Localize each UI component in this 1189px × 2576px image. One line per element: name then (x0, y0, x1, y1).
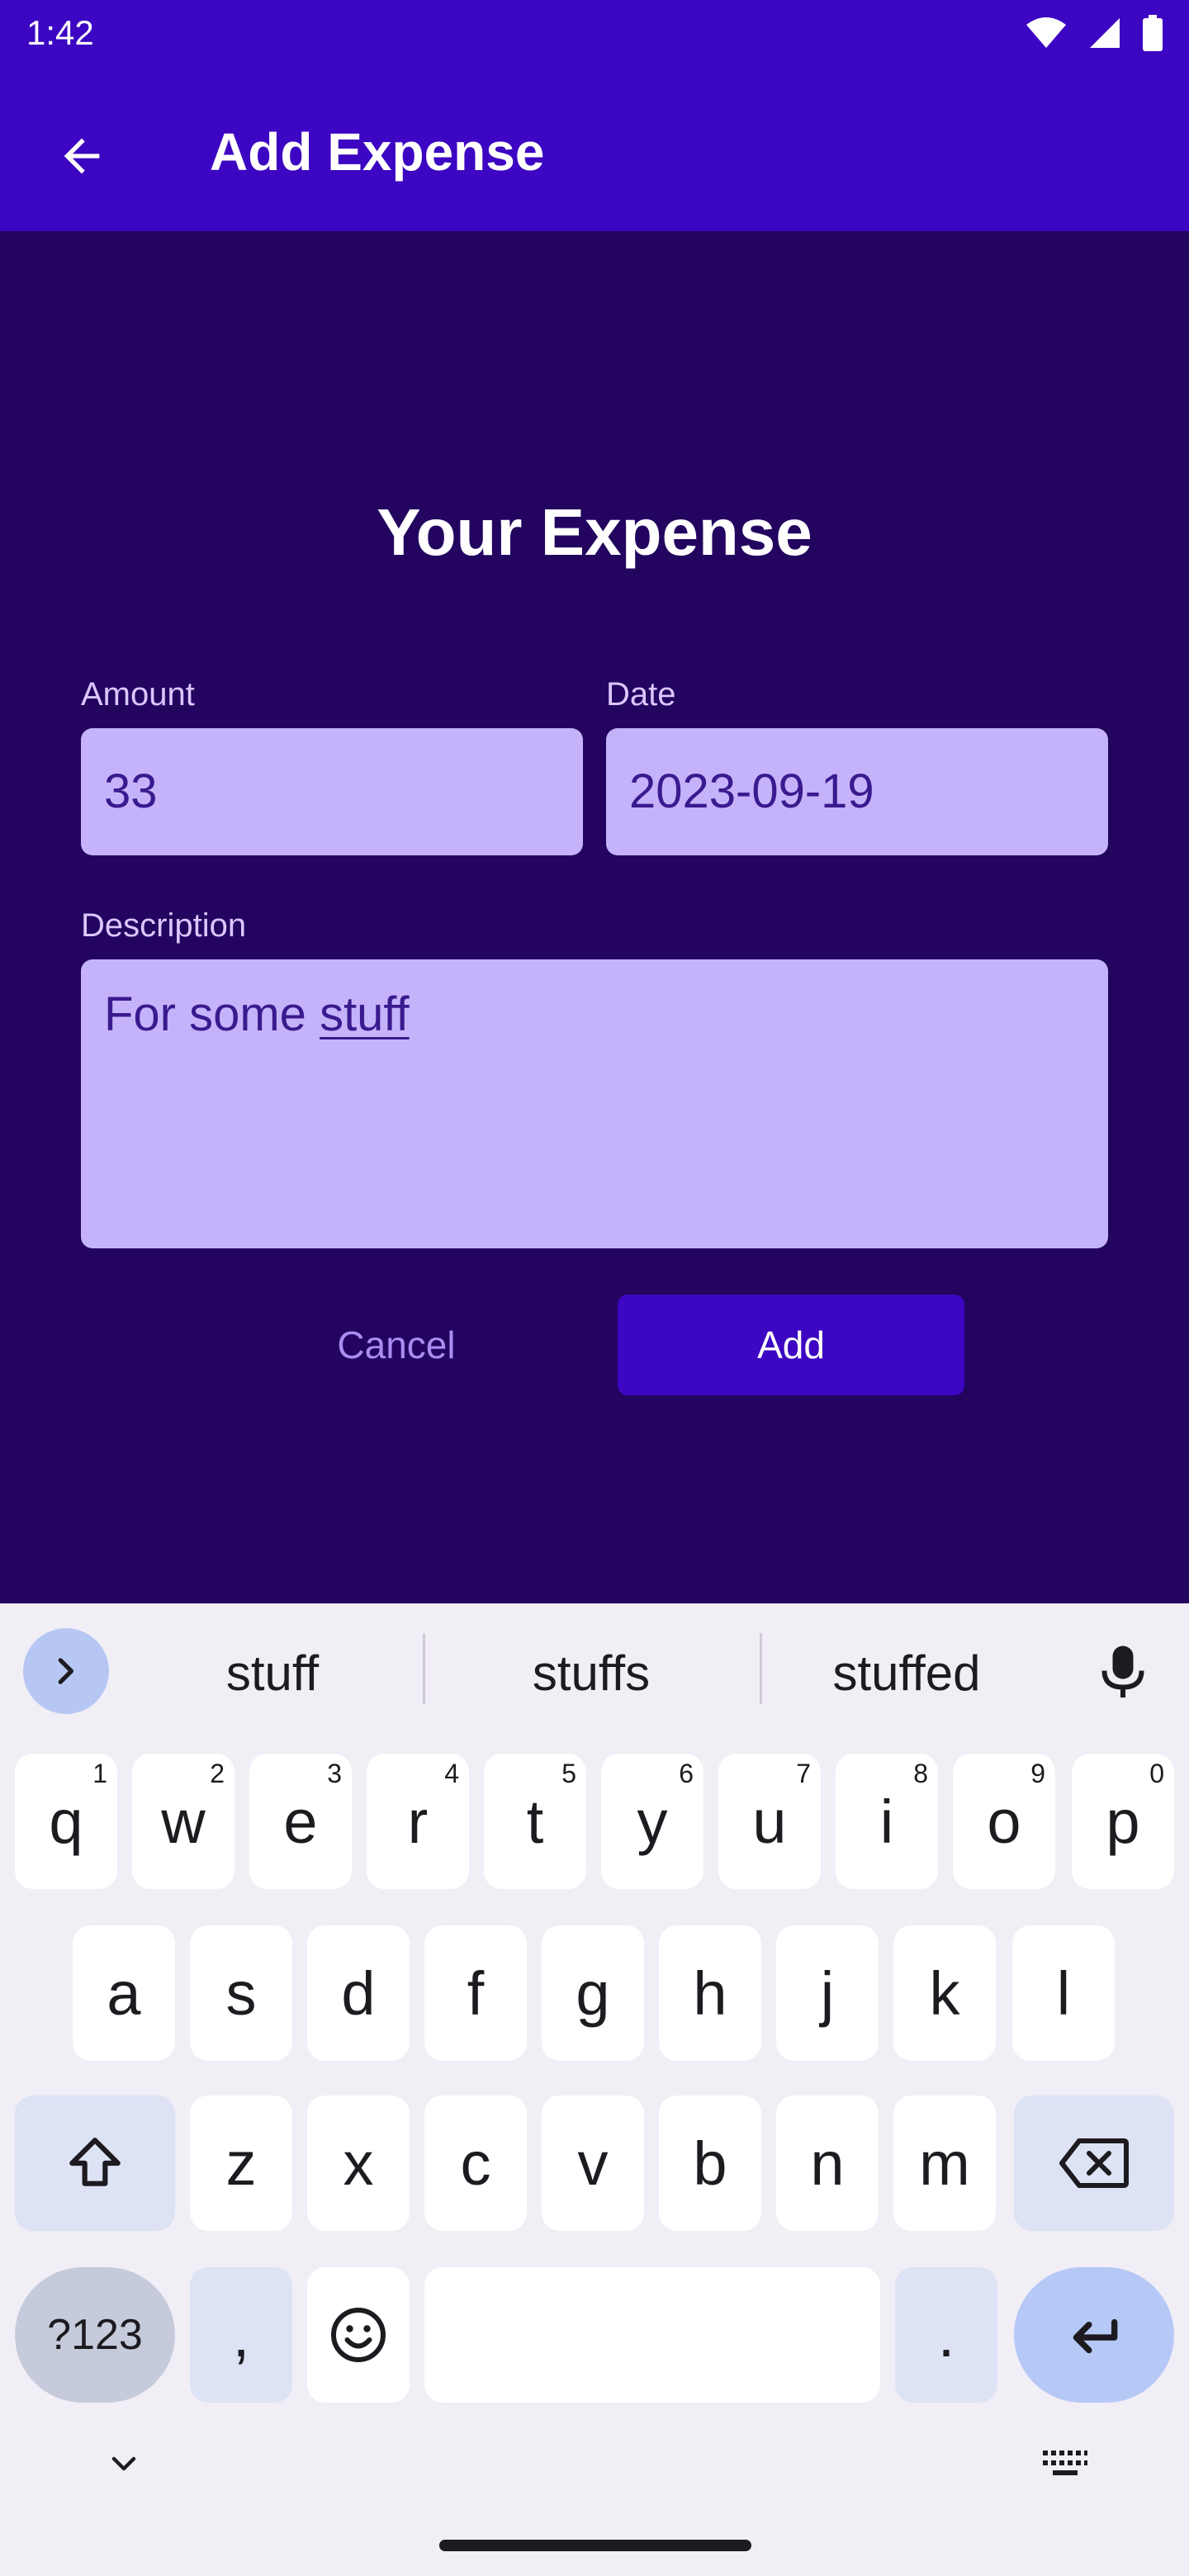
key-hint: 1 (92, 1759, 107, 1788)
key-o[interactable]: o9 (953, 1754, 1055, 1889)
key-e[interactable]: e3 (249, 1754, 352, 1889)
wifi-icon (1026, 17, 1067, 54)
key-f[interactable]: f (424, 1925, 527, 2061)
key-c[interactable]: c (424, 2095, 527, 2231)
key-label: e (283, 1787, 318, 1856)
key-j[interactable]: j (776, 1925, 879, 2061)
status-time: 1:42 (26, 13, 94, 52)
key-a[interactable]: a (73, 1925, 175, 2061)
description-label: Description (81, 907, 247, 944)
microphone-icon (1101, 1646, 1144, 1698)
key-hint: 9 (1030, 1759, 1045, 1788)
arrow-back-icon (64, 138, 100, 174)
key-label: i (879, 1787, 894, 1856)
key-hint: 6 (679, 1759, 694, 1788)
key-hint: 8 (913, 1759, 928, 1788)
space-bar[interactable] (424, 2267, 880, 2403)
symbols-key[interactable]: ?123 (15, 2267, 175, 2403)
key-r[interactable]: r4 (367, 1754, 469, 1889)
form-title: Your Expense (377, 495, 812, 569)
description-text: For some (104, 987, 320, 1041)
keyboard-switcher-button[interactable] (1039, 2437, 1092, 2490)
key-h[interactable]: h (659, 1925, 761, 2061)
app-bar: Add Expense (0, 69, 1189, 231)
date-label: Date (606, 676, 676, 713)
key-t[interactable]: t5 (484, 1754, 586, 1889)
battery-icon (1143, 15, 1163, 55)
suggestion-divider (423, 1633, 425, 1704)
backspace-icon (1059, 2138, 1129, 2188)
home-indicator[interactable] (439, 2540, 751, 2551)
key-q[interactable]: q1 (15, 1754, 117, 1889)
enter-arrow-icon (1073, 2318, 1118, 2354)
key-p[interactable]: p0 (1072, 1754, 1174, 1889)
shift-icon (69, 2138, 121, 2186)
cellular-signal-icon (1088, 17, 1121, 54)
suggestion-3[interactable]: stuffed (783, 1631, 1030, 1714)
description-value: For some stuff (104, 987, 410, 1041)
key-v[interactable]: v (542, 2095, 644, 2231)
key-hint: 4 (444, 1759, 459, 1788)
amount-field[interactable]: 33 (81, 728, 583, 855)
status-icons (1026, 15, 1163, 55)
suggestion-2[interactable]: stuffs (467, 1631, 715, 1714)
key-u[interactable]: u7 (718, 1754, 821, 1889)
key-k[interactable]: k (893, 1925, 996, 2061)
date-field[interactable]: 2023-09-19 (606, 728, 1108, 855)
key-d[interactable]: d (307, 1925, 410, 2061)
key-s[interactable]: s (190, 1925, 292, 2061)
soft-keyboard: stuff stuffs stuffed q1 w2 e3 r4 t5 y6 u… (0, 1603, 1189, 2576)
key-b[interactable]: b (659, 2095, 761, 2231)
emoji-icon (331, 2308, 386, 2362)
page-title: Add Expense (210, 122, 545, 182)
key-y[interactable]: y6 (601, 1754, 703, 1889)
voice-input-button[interactable] (1082, 1631, 1164, 1714)
key-n[interactable]: n (776, 2095, 879, 2231)
key-hint: 2 (210, 1759, 225, 1788)
key-x[interactable]: x (307, 2095, 410, 2231)
enter-key[interactable] (1014, 2267, 1174, 2403)
suggestions-toggle-button[interactable] (23, 1628, 109, 1714)
keyboard-icon (1043, 2451, 1087, 2475)
key-label: t (526, 1787, 544, 1856)
key-label: y (637, 1787, 668, 1856)
chevron-down-icon (111, 2456, 136, 2471)
key-label: o (987, 1787, 1021, 1856)
cancel-button[interactable]: Cancel (272, 1295, 520, 1395)
key-l[interactable]: l (1012, 1925, 1115, 2061)
key-z[interactable]: z (190, 2095, 292, 2231)
amount-value: 33 (104, 765, 158, 818)
backspace-key[interactable] (1014, 2095, 1174, 2231)
description-field[interactable]: For some stuff (81, 959, 1108, 1248)
key-w[interactable]: w2 (132, 1754, 234, 1889)
suggestion-1[interactable]: stuff (149, 1631, 396, 1714)
amount-label: Amount (81, 676, 195, 713)
date-value: 2023-09-19 (629, 765, 874, 818)
add-button[interactable]: Add (618, 1295, 964, 1395)
key-hint: 3 (327, 1759, 342, 1788)
key-hint: 0 (1149, 1759, 1164, 1788)
period-key[interactable]: . (895, 2267, 997, 2403)
back-button[interactable] (36, 111, 127, 201)
suggestion-divider (760, 1633, 762, 1704)
status-bar: 1:42 (0, 0, 1189, 69)
description-current-word: stuff (320, 987, 410, 1041)
chevron-right-icon (58, 1658, 73, 1684)
key-label: q (49, 1787, 83, 1856)
key-label: p (1106, 1787, 1140, 1856)
emoji-key[interactable] (307, 2267, 410, 2403)
shift-key[interactable] (15, 2095, 175, 2231)
key-hint: 7 (796, 1759, 811, 1788)
key-i[interactable]: i8 (836, 1754, 938, 1889)
comma-key[interactable]: , (190, 2267, 292, 2403)
hide-keyboard-button[interactable] (97, 2437, 150, 2490)
key-hint: 5 (561, 1759, 576, 1788)
key-g[interactable]: g (542, 1925, 644, 2061)
key-label: r (407, 1787, 429, 1856)
key-label: w (161, 1787, 206, 1856)
key-m[interactable]: m (893, 2095, 996, 2231)
key-label: u (752, 1787, 787, 1856)
